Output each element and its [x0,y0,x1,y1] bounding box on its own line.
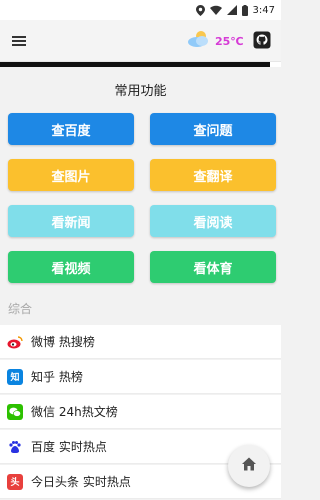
baidu-icon [7,439,23,455]
zhihu-icon: 知 [7,368,23,385]
list-item-weibo[interactable]: 微博 热搜榜 [0,325,281,359]
view-news-button[interactable]: 看新闻 [8,205,134,237]
list-item-label: 微信 24h热文榜 [31,405,118,419]
weather-widget[interactable]: 25℃ [186,29,244,53]
list-item-label: 今日头条 实时热点 [31,475,131,489]
list-header: 综合 [8,302,33,316]
github-icon [253,31,271,53]
search-question-button[interactable]: 查问题 [150,113,276,145]
cloud-sun-icon [186,29,212,53]
battery-icon [241,4,248,16]
github-button[interactable] [253,31,271,49]
search-translate-button[interactable]: 查翻译 [150,159,276,191]
status-bar: 3:47 [0,0,281,20]
wechat-icon [7,403,23,420]
temperature-label: 25℃ [215,34,244,48]
progress-fill [0,62,270,67]
list-item-zhihu[interactable]: 知 知乎 热榜 [0,360,281,394]
toutiao-icon: 头 [7,473,23,490]
view-video-button[interactable]: 看视频 [8,251,134,283]
list-item-label: 百度 实时热点 [31,440,107,454]
app-bar: 25℃ [0,20,281,62]
search-baidu-button[interactable]: 查百度 [8,113,134,145]
status-time: 3:47 [252,4,275,16]
signal-icon [226,5,237,15]
wifi-icon [209,5,222,15]
hamburger-icon [10,35,28,54]
section-title: 常用功能 [114,84,167,99]
function-grid: 查百度 查问题 查图片 查翻译 看新闻 看阅读 看视频 看体育 [0,113,281,283]
location-icon [195,4,205,16]
status-icons: 3:47 [195,3,275,17]
search-image-button[interactable]: 查图片 [8,159,134,191]
weibo-icon [7,334,23,350]
view-reading-button[interactable]: 看阅读 [150,205,276,237]
home-button[interactable] [228,445,270,487]
list-item-label: 微博 热搜榜 [31,335,95,349]
home-icon [241,456,257,476]
menu-button[interactable] [10,32,28,50]
list-item-label: 知乎 热榜 [31,370,83,384]
loading-progress-bar [0,62,281,67]
view-sports-button[interactable]: 看体育 [150,251,276,283]
list-item-wechat[interactable]: 微信 24h热文榜 [0,395,281,429]
